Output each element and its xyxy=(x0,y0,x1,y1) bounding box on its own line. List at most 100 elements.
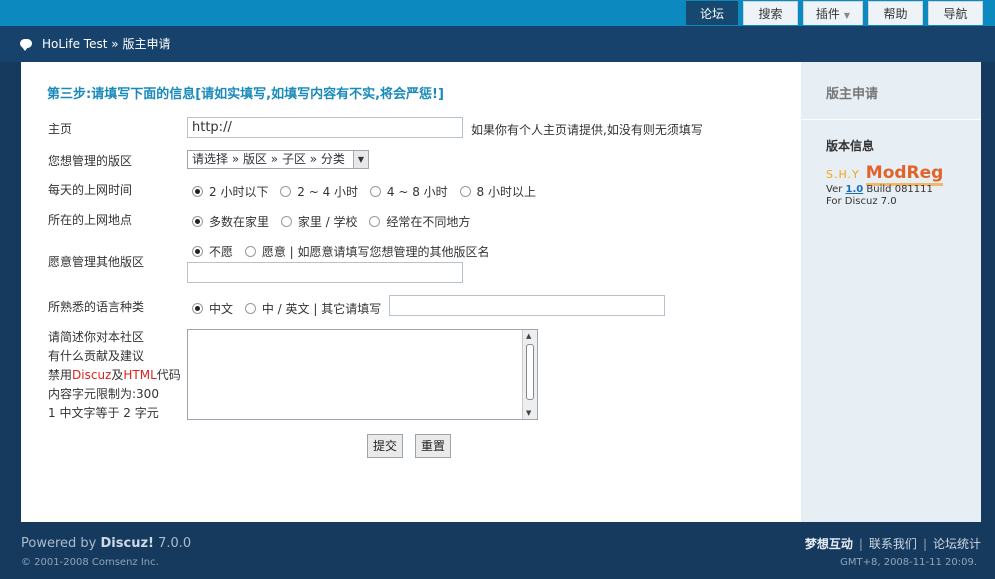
version-info-label: 版本信息 xyxy=(826,139,875,153)
modreg-logo: S.H.Y ModReg xyxy=(826,163,944,186)
description-line: 有什么贡献及建议 xyxy=(48,349,145,363)
homepage-input[interactable]: http:// xyxy=(187,117,463,138)
logo-big-text: ModReg xyxy=(865,163,944,186)
application-form-panel: 第三步:请填写下面的信息[请如实填写,如填写内容有不实,将会严惩!] 主页 ht… xyxy=(21,62,801,522)
speech-bubble-icon xyxy=(20,39,32,51)
online-time-option-label: 4 ~ 8 小时 xyxy=(386,185,448,199)
online-time-option[interactable]: 2 ~ 4 小时 xyxy=(280,185,358,199)
top-nav-bar: 论坛 搜索 插件 ▼ 帮助 导航 xyxy=(0,0,995,26)
footer-link-contact[interactable]: 联系我们 xyxy=(869,537,917,551)
other-forums-label: 愿意管理其他版区 xyxy=(48,255,145,269)
description-textarea[interactable]: ▲ ▼ xyxy=(187,329,538,420)
footer-links: 梦想互动 | 联系我们 | 论坛统计 xyxy=(805,535,981,552)
tab-forum-label: 论坛 xyxy=(699,7,724,21)
online-place-label: 所在的上网地点 xyxy=(48,213,133,227)
chevron-down-icon: ▼ xyxy=(843,11,851,20)
tab-plugins-label: 插件 xyxy=(815,7,840,21)
homepage-hint: 如果你有个人主页请提供,如没有则无须填写 xyxy=(471,123,703,137)
tab-navigation[interactable]: 导航 xyxy=(928,1,983,25)
sidebar: 版主申请 版本信息 S.H.Y ModReg Ver 1.0 Build 0811… xyxy=(801,62,981,522)
homepage-input-value: http:// xyxy=(192,120,232,135)
footer-link-stats[interactable]: 论坛统计 xyxy=(933,537,981,551)
tab-navigation-label: 导航 xyxy=(943,7,968,21)
step-title: 第三步:请填写下面的信息[请如实填写,如填写内容有不实,将会严惩!] xyxy=(47,87,444,102)
radio-selected-icon[interactable] xyxy=(192,186,203,197)
scrollbar-thumb[interactable] xyxy=(526,344,534,400)
scroll-up-icon[interactable]: ▲ xyxy=(526,332,531,340)
breadcrumb-separator: » xyxy=(111,37,119,51)
forum-select-label: 您想管理的版区 xyxy=(48,154,133,168)
online-time-radio-group: 2 小时以下 2 ~ 4 小时 4 ~ 8 小时 8 小时以上 xyxy=(192,183,544,200)
powered-version: 7.0.0 xyxy=(158,536,192,551)
logo-small-text: S.H.Y xyxy=(826,168,860,181)
breadcrumb-site-link[interactable]: HoLife Test xyxy=(42,37,107,51)
other-forums-option-label: 不愿 xyxy=(209,245,234,259)
language-option[interactable]: 中文 xyxy=(192,302,233,316)
language-other-input[interactable] xyxy=(389,295,665,316)
breadcrumb: HoLife Test » 版主申请 xyxy=(20,35,170,53)
other-forums-option[interactable]: 不愿 xyxy=(192,245,233,259)
for-text: For Discuz 7.0 xyxy=(826,196,897,207)
version-prefix: Ver xyxy=(826,184,843,195)
timestamp: GMT+8, 2008-11-11 20:09. xyxy=(840,557,977,568)
language-option[interactable]: 中 / 英文 | 其它请填写 xyxy=(244,302,382,316)
footer-link-dream[interactable]: 梦想互动 xyxy=(805,537,853,551)
online-place-option[interactable]: 家里 / 学校 xyxy=(280,215,358,229)
online-time-option-label: 2 小时以下 xyxy=(209,185,269,199)
forum-select-value: 请选择 » 版区 » 子区 » 分类 xyxy=(192,152,345,166)
tab-search[interactable]: 搜索 xyxy=(743,1,798,25)
radio-icon[interactable] xyxy=(244,303,256,314)
online-place-option-label: 家里 / 学校 xyxy=(297,215,358,229)
radio-icon[interactable] xyxy=(459,186,471,197)
language-option-label: 中文 xyxy=(209,302,234,316)
tab-help-label: 帮助 xyxy=(883,7,908,21)
online-time-option[interactable]: 8 小时以上 xyxy=(459,185,536,199)
submit-button[interactable]: 提交 xyxy=(367,434,403,458)
version-link[interactable]: 1.0 xyxy=(846,184,864,195)
radio-selected-icon[interactable] xyxy=(192,216,203,227)
other-forums-option[interactable]: 愿意 | 如愿意请填写您想管理的其他版区名 xyxy=(244,245,490,259)
forum-select[interactable]: 请选择 » 版区 » 子区 » 分类 ▼ xyxy=(187,150,369,169)
tab-forum[interactable]: 论坛 xyxy=(686,1,738,25)
radio-icon[interactable] xyxy=(369,186,381,197)
tab-plugins[interactable]: 插件 ▼ xyxy=(803,1,863,25)
radio-selected-icon[interactable] xyxy=(192,303,203,314)
other-forums-input[interactable] xyxy=(187,262,463,283)
radio-selected-icon[interactable] xyxy=(192,246,203,257)
description-text: 代码 xyxy=(156,368,181,382)
breadcrumb-current: 版主申请 xyxy=(122,37,171,51)
footer-separator: | xyxy=(858,537,863,551)
description-text: 禁用 xyxy=(48,368,73,382)
online-place-option[interactable]: 多数在家里 xyxy=(192,215,269,229)
build-text: Build 081111 xyxy=(866,184,933,195)
sidebar-header: 版主申请 xyxy=(801,62,981,120)
description-discuz: Discuz xyxy=(72,368,112,382)
language-option-label: 中 / 英文 | 其它请填写 xyxy=(261,302,382,316)
chevron-down-icon: ▼ xyxy=(353,151,368,168)
description-line: 1 中文字等于 2 字元 xyxy=(48,406,159,420)
radio-icon[interactable] xyxy=(244,246,256,257)
language-label: 所熟悉的语言种类 xyxy=(48,300,145,314)
description-line: 请简述你对本社区 xyxy=(48,330,145,344)
description-label: 请简述你对本社区 有什么贡献及建议 禁用Discuz及HTML代码 内容字元限制… xyxy=(48,328,181,423)
online-time-option-label: 2 ~ 4 小时 xyxy=(297,185,359,199)
online-place-option[interactable]: 经常在不同地方 xyxy=(369,215,470,229)
scroll-down-icon[interactable]: ▼ xyxy=(526,409,531,417)
scrollbar[interactable]: ▲ ▼ xyxy=(522,330,537,419)
description-line: 禁用Discuz及HTML代码 xyxy=(48,366,181,385)
radio-icon[interactable] xyxy=(369,216,381,227)
description-html: HTML xyxy=(123,368,157,382)
reset-button[interactable]: 重置 xyxy=(415,434,451,458)
language-radio-group: 中文 中 / 英文 | 其它请填写 xyxy=(192,300,389,317)
online-time-option[interactable]: 4 ~ 8 小时 xyxy=(369,185,448,199)
online-time-option[interactable]: 2 小时以下 xyxy=(192,185,268,199)
powered-name-link[interactable]: Discuz! xyxy=(101,536,154,551)
radio-icon[interactable] xyxy=(280,216,292,227)
copyright: © 2001-2008 Comsenz Inc. xyxy=(21,557,159,568)
tab-help[interactable]: 帮助 xyxy=(868,1,923,25)
radio-icon[interactable] xyxy=(280,186,292,197)
sidebar-title: 版主申请 xyxy=(826,87,879,102)
online-place-radio-group: 多数在家里 家里 / 学校 经常在不同地方 xyxy=(192,213,478,230)
powered-prefix: Powered by xyxy=(21,536,97,551)
description-line: 内容字元限制为:300 xyxy=(48,387,159,401)
